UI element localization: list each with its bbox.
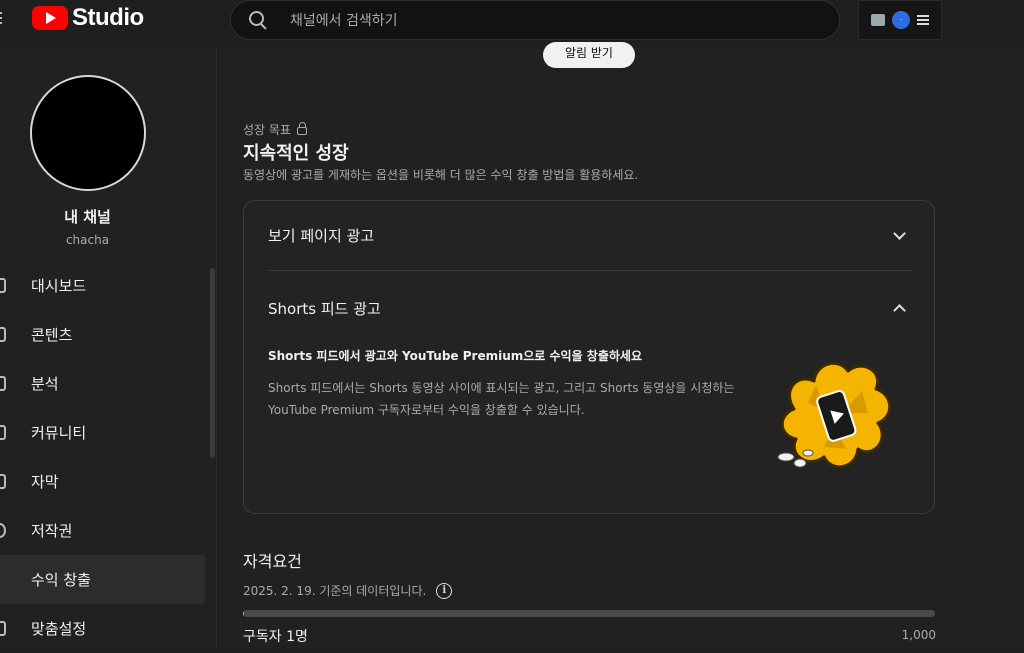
sidebar-item-monetization[interactable]: 수익 창출 [0,555,205,604]
sidebar-item-community[interactable]: 커뮤니티 [0,408,205,457]
lock-icon [296,122,307,135]
dashboard-icon [0,278,6,293]
menu-icon[interactable] [0,9,6,25]
search-input[interactable]: 채널에서 검색하기 [290,10,398,30]
accordion-title: Shorts 피드 광고 [268,299,381,318]
requirements-title: 자격요건 [243,552,302,571]
subscriber-progress-bar [243,610,935,617]
more-menu-icon[interactable] [917,13,930,27]
shorts-headline: Shorts 피드에서 광고와 YouTube Premium으로 수익을 창출… [268,349,643,363]
sidebar-item-label: 콘텐츠 [31,326,73,344]
goal-kicker-text: 성장 목표 [243,123,291,137]
subscriber-target: 1,000 [901,628,936,642]
chevron-up-icon[interactable] [893,303,906,317]
chevron-down-icon[interactable] [893,227,906,240]
sidebar-item-customization[interactable]: 맞춤설정 [0,604,205,653]
main-content: 알림 받기 성장 목표 지속적인 성장 동영상에 광고를 게재하는 옵션을 비롯… [218,42,1024,648]
top-bar: Studio 채널에서 검색하기 · [0,0,1024,48]
shorts-illustration-icon [777,361,892,469]
channel-avatar[interactable] [30,75,146,191]
content-icon [0,327,6,342]
goal-title: 지속적인 성장 [243,143,349,164]
sidebar-item-label: 대시보드 [31,277,87,295]
monetization-card: 보기 페이지 광고 Shorts 피드 광고 Shorts 피드에서 광고와 Y… [243,200,935,514]
account-avatar[interactable]: · [891,11,910,29]
sidebar-item-label: 저작권 [31,522,73,540]
sidebar-item-dashboard[interactable]: 대시보드 [0,261,205,310]
sidebar-item-label: 분석 [31,375,59,393]
sidebar-scrollbar[interactable] [210,268,215,458]
info-icon[interactable]: i [436,582,453,599]
search-bar[interactable]: 채널에서 검색하기 [230,0,840,40]
sidebar-item-analytics[interactable]: 분석 [0,359,205,408]
sidebar-item-subtitles[interactable]: 자막 [0,457,205,506]
studio-logo[interactable]: Studio [32,4,144,32]
sidebar-item-label: 수익 창출 [31,571,91,589]
subscriber-count: 구독자 1명 [243,629,308,645]
channel-handle: chacha [65,233,110,247]
requirements-date: 2025. 2. 19. 기준의 데이터입니다. i [243,582,453,599]
analytics-icon[interactable] [870,14,885,26]
notify-button-label: 알림 받기 [565,45,613,60]
sidebar-item-label: 커뮤니티 [31,424,87,442]
logo-text: Studio [72,4,144,31]
shorts-description: Shorts 피드에서는 Shorts 동영상 사이에 표시되는 광고, 그리고… [268,381,735,417]
subtitles-icon [0,474,6,489]
sidebar: 내 채널 chacha 대시보드 콘텐츠 분석 커뮤니티 자막 저작권 수익 창… [0,48,217,648]
youtube-logo-icon [32,6,68,30]
accordion-title: 보기 페이지 광고 [268,227,375,245]
requirements-date-text: 2025. 2. 19. 기준의 데이터입니다. [243,584,427,598]
copyright-icon [0,523,6,538]
community-icon [0,425,6,440]
goal-description: 동영상에 광고를 게재하는 옵션을 비롯해 더 많은 수익 창출 방법을 활용하… [243,168,639,182]
sidebar-item-label: 자막 [31,473,59,491]
search-icon[interactable] [248,10,268,30]
accordion-shorts-feed-ads[interactable]: Shorts 피드 광고 [268,273,912,343]
progress-fill [243,610,244,617]
channel-name: 내 채널 [64,208,111,226]
customization-icon [0,621,6,636]
sidebar-item-label: 맞춤설정 [31,620,87,638]
sidebar-item-copyright[interactable]: 저작권 [0,506,205,555]
sidebar-nav: 대시보드 콘텐츠 분석 커뮤니티 자막 저작권 수익 창출 맞춤설정 [0,261,205,653]
sidebar-item-content[interactable]: 콘텐츠 [0,310,205,359]
analytics-icon [0,376,6,391]
top-right-toolbar: · [858,0,942,40]
goal-kicker: 성장 목표 [243,121,307,138]
accordion-watch-page-ads[interactable]: 보기 페이지 광고 [268,201,912,271]
notify-button[interactable]: 알림 받기 [543,42,635,68]
